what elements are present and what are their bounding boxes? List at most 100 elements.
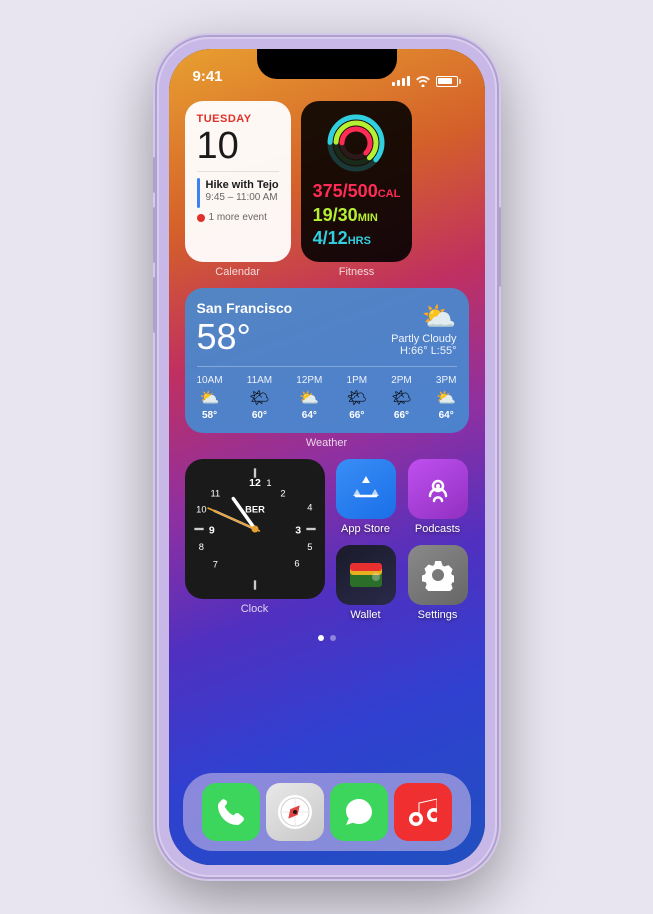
weather-widget[interactable]: San Francisco 58° ⛅ Partly Cloudy H:66° … xyxy=(185,288,469,433)
weather-condition-text: Partly Cloudy xyxy=(391,333,456,345)
clock-widget-col: 12 3 9 BER 1 2 4 5 6 7 8 xyxy=(185,459,325,615)
settings-label: Settings xyxy=(418,609,458,621)
page-dots xyxy=(185,635,469,641)
weather-hour-temp: 66° xyxy=(394,410,409,421)
weather-hour-icon: 🌤 xyxy=(391,388,411,408)
podcasts-icon xyxy=(408,459,468,519)
home-screen-content: TUESDAY 10 Hike with Tejo 9:45 – 11:00 A… xyxy=(169,93,485,865)
svg-text:6: 6 xyxy=(294,558,299,568)
dock-safari-icon[interactable] xyxy=(266,783,324,841)
fitness-rings xyxy=(313,113,401,173)
clock-widget-label: Clock xyxy=(185,603,325,615)
bottom-widget-row: 12 3 9 BER 1 2 4 5 6 7 8 xyxy=(185,459,469,621)
weather-hour-time: 11AM xyxy=(247,375,272,386)
signal-icon xyxy=(392,76,410,86)
calendar-more-events: 1 more event xyxy=(197,212,279,223)
weather-hour-item: 12PM ⛅ 64° xyxy=(296,375,322,421)
clock-face-svg: 12 3 9 BER 1 2 4 5 6 7 8 xyxy=(185,459,325,599)
weather-hour-icon: ⛅ xyxy=(299,388,319,408)
fitness-widget-col: 375/500CAL 19/30MIN 4/12HRS Fitness xyxy=(301,101,413,278)
weather-top: San Francisco 58° ⛅ Partly Cloudy H:66° … xyxy=(197,300,457,358)
fitness-stand-val: 4/12 xyxy=(313,228,348,248)
status-icons xyxy=(392,75,461,87)
weather-hour-time: 1PM xyxy=(347,375,368,386)
calendar-widget-label: Calendar xyxy=(185,266,291,278)
page-dot-2 xyxy=(330,635,336,641)
volume-up-button[interactable] xyxy=(153,207,157,263)
weather-temp: 58° xyxy=(197,316,293,358)
weather-high-low: H:66° L:55° xyxy=(391,345,456,357)
notch xyxy=(257,49,397,79)
weather-hour-item: 11AM 🌤 60° xyxy=(247,375,272,421)
fitness-move-row: 375/500CAL xyxy=(313,181,401,203)
svg-text:7: 7 xyxy=(212,559,217,569)
calendar-event: Hike with Tejo 9:45 – 11:00 AM xyxy=(197,171,279,208)
wifi-icon xyxy=(415,75,431,87)
weather-hour-icon: ⛅ xyxy=(200,388,220,408)
dock-messages-icon[interactable] xyxy=(330,783,388,841)
weather-hour-icon: 🌤 xyxy=(249,388,269,408)
weather-hour-temp: 64° xyxy=(439,410,454,421)
weather-hour-time: 12PM xyxy=(296,375,322,386)
dock xyxy=(183,773,471,851)
fitness-widget[interactable]: 375/500CAL 19/30MIN 4/12HRS xyxy=(301,101,413,262)
fitness-exercise-unit: MIN xyxy=(358,212,378,224)
calendar-date: 10 xyxy=(197,127,279,165)
weather-hour-time: 10AM xyxy=(197,375,223,386)
weather-widget-col: San Francisco 58° ⛅ Partly Cloudy H:66° … xyxy=(185,288,469,449)
app-icon-podcasts[interactable]: Podcasts xyxy=(407,459,469,535)
activity-rings-svg xyxy=(326,113,386,173)
clock-widget[interactable]: 12 3 9 BER 1 2 4 5 6 7 8 xyxy=(185,459,325,599)
dock-phone-icon[interactable] xyxy=(202,783,260,841)
svg-text:10: 10 xyxy=(196,504,206,514)
app-grid: App Store Podcasts xyxy=(335,459,469,621)
calendar-event-bar xyxy=(197,178,200,208)
fitness-exercise-val: 19/30 xyxy=(313,205,358,225)
weather-high: H:66° xyxy=(400,345,428,357)
weather-hour-temp: 58° xyxy=(202,410,217,421)
svg-text:11: 11 xyxy=(210,488,220,498)
weather-low: L:55° xyxy=(431,345,457,357)
weather-hour-time: 3PM xyxy=(436,375,457,386)
app-store-icon xyxy=(336,459,396,519)
app-icon-appstore[interactable]: App Store xyxy=(335,459,397,535)
fitness-stand-unit: HRS xyxy=(348,235,371,247)
wallet-label: Wallet xyxy=(350,609,380,621)
svg-text:BER: BER xyxy=(245,504,265,514)
fitness-move-val: 375/500 xyxy=(313,181,378,201)
calendar-more-dot xyxy=(197,214,205,222)
wallet-icon xyxy=(336,545,396,605)
widget-row-1: TUESDAY 10 Hike with Tejo 9:45 – 11:00 A… xyxy=(185,101,469,278)
svg-text:12: 12 xyxy=(249,477,261,489)
svg-text:1: 1 xyxy=(266,478,271,488)
settings-icon xyxy=(408,545,468,605)
app-icon-wallet[interactable]: Wallet xyxy=(335,545,397,621)
calendar-widget-col: TUESDAY 10 Hike with Tejo 9:45 – 11:00 A… xyxy=(185,101,291,278)
fitness-stand-row: 4/12HRS xyxy=(313,228,401,250)
dock-music-icon[interactable] xyxy=(394,783,452,841)
svg-text:9: 9 xyxy=(208,524,214,536)
silent-switch[interactable] xyxy=(153,157,157,193)
page-dot-1 xyxy=(318,635,324,641)
calendar-day: TUESDAY xyxy=(197,113,279,125)
weather-hour-item: 10AM ⛅ 58° xyxy=(197,375,223,421)
weather-hour-icon: 🌤 xyxy=(347,388,367,408)
weather-widget-label: Weather xyxy=(185,437,469,449)
svg-text:5: 5 xyxy=(307,542,312,552)
battery-icon xyxy=(436,76,461,87)
svg-text:2: 2 xyxy=(280,488,285,498)
fitness-move-unit: CAL xyxy=(378,188,401,200)
weather-hour-item: 3PM ⛅ 64° xyxy=(436,375,457,421)
weather-hour-icon: ⛅ xyxy=(436,388,456,408)
weather-hour-temp: 66° xyxy=(349,410,364,421)
calendar-widget[interactable]: TUESDAY 10 Hike with Tejo 9:45 – 11:00 A… xyxy=(185,101,291,262)
weather-hour-item: 1PM 🌤 66° xyxy=(347,375,368,421)
svg-text:8: 8 xyxy=(198,542,203,552)
fitness-exercise-row: 19/30MIN xyxy=(313,205,401,227)
screen: 9:41 xyxy=(169,49,485,865)
app-icon-settings[interactable]: Settings xyxy=(407,545,469,621)
volume-down-button[interactable] xyxy=(153,277,157,333)
power-button[interactable] xyxy=(497,207,501,287)
status-time: 9:41 xyxy=(193,68,223,87)
weather-hour-temp: 60° xyxy=(252,410,267,421)
